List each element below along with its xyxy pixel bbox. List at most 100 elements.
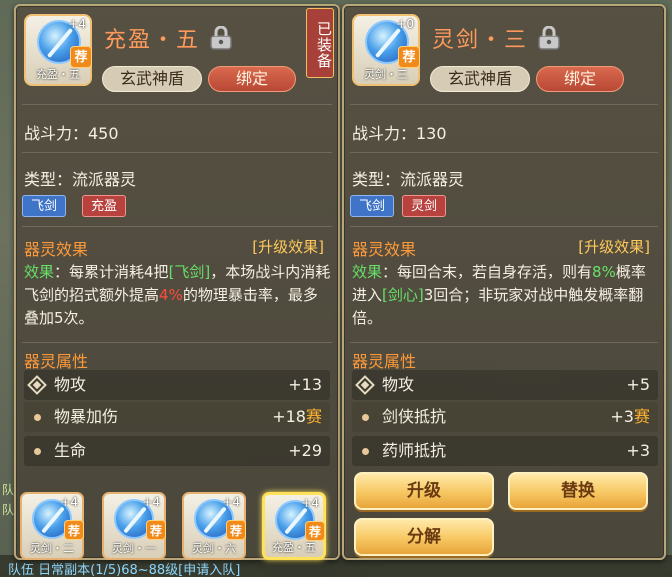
spirit-type: 类型：流派器灵 (24, 170, 137, 189)
bullet-icon (362, 414, 369, 421)
attr-name: 物攻 (54, 375, 87, 394)
effect-prefix: 效果 (352, 263, 383, 281)
upgrade-effect-link[interactable]: [升级效果] (252, 236, 324, 257)
spirit-slot[interactable]: +4 荐 灵剑・六 (182, 492, 246, 560)
slot-caption: 灵剑・六 (192, 542, 236, 555)
recommend-badge: 荐 (146, 520, 166, 540)
slot-caption: 充盈・五 (272, 541, 316, 554)
candidate-spirit-tooltip: +0 荐 灵剑・三 灵剑・三 玄武神盾 绑定 战斗力：130 类型：流派器灵 飞… (342, 4, 666, 560)
recommend-badge: 荐 (226, 520, 246, 540)
bullet-icon (34, 448, 41, 455)
enhance-level: +4 (142, 495, 160, 509)
effect-section-title: 器灵效果 (24, 240, 89, 259)
attr-value-num: +29 (288, 441, 322, 460)
divider (350, 226, 658, 227)
spirit-slot[interactable]: +4 荐 灵剑・二 (20, 492, 84, 560)
icon-caption: 灵剑・三 (364, 68, 408, 81)
attr-value: +29 (288, 436, 322, 466)
effect-text-part: ：每累计消耗4把 (54, 263, 169, 281)
slot-caption: 灵剑・一 (112, 542, 156, 555)
effect-description: 效果：每回合末，若自身存活，则有8%概率进入[剑心]3回合；非玩家对战中触发概率… (352, 261, 660, 330)
attr-value-num: +3 (610, 407, 634, 426)
attr-value: +3 (626, 436, 650, 466)
effect-prefix: 效果 (24, 263, 55, 281)
attr-row: 物暴加伤 +18赛 (24, 402, 330, 432)
lock-icon[interactable] (208, 26, 234, 50)
attr-value: +18赛 (272, 402, 322, 432)
tag-chip-secondary: 充盈 (82, 195, 127, 217)
divider (350, 342, 658, 343)
equipped-ribbon: 已装备 (306, 8, 334, 78)
attr-value: +3赛 (610, 402, 650, 432)
combat-power: 战斗力：130 (352, 124, 447, 143)
effect-description: 效果：每累计消耗4把[飞剑]，本场战斗内消耗飞剑的招式额外提高4%的物理暴击率，… (24, 261, 332, 330)
effect-link[interactable]: [飞剑] (169, 263, 211, 281)
effect-percent: 8% (592, 263, 616, 281)
attr-section-title: 器灵属性 (352, 352, 417, 371)
tag-chip-flying-sword: 飞剑 (22, 195, 67, 217)
attr-section-title: 器灵属性 (24, 352, 89, 371)
slot-caption: 灵剑・二 (30, 542, 74, 555)
attr-name: 生命 (54, 441, 87, 460)
divider (350, 104, 658, 105)
attr-value-num: +13 (288, 375, 322, 394)
upgrade-button[interactable]: 升级 (354, 472, 494, 510)
recommend-badge: 荐 (64, 520, 84, 540)
attr-value-num: +18 (272, 407, 306, 426)
enhance-level: +0 (396, 17, 414, 31)
attr-row: 剑侠抵抗 +3赛 (352, 402, 658, 432)
divider (22, 226, 332, 227)
decompose-button[interactable]: 分解 (354, 518, 494, 556)
effect-percent: 4% (159, 286, 183, 304)
attr-name: 剑侠抵抗 (382, 407, 447, 426)
lock-icon[interactable] (536, 26, 562, 50)
effect-link[interactable]: [剑心] (382, 286, 424, 304)
icon-caption: 充盈・五 (36, 68, 80, 81)
bullet-icon (362, 448, 369, 455)
attr-row: 生命 +29 (24, 436, 330, 466)
recommend-badge: 荐 (398, 46, 420, 68)
tag-chip-secondary: 灵剑 (402, 195, 447, 217)
attr-name: 药师抵抗 (382, 441, 447, 460)
school-tag: 玄武神盾 (430, 66, 530, 92)
equipped-spirit-tooltip: +4 荐 充盈・五 充盈・五 已装备 玄武神盾 绑定 战斗力：450 类型：流派… (14, 4, 340, 560)
spirit-slot[interactable]: +4 荐 灵剑・一 (102, 492, 166, 560)
spirit-icon-frame: +0 荐 灵剑・三 (352, 14, 420, 86)
main-attr-diamond-icon (27, 375, 47, 395)
spirit-title: 充盈・五 (104, 28, 201, 53)
attr-suffix: 赛 (305, 407, 322, 426)
attr-value: +13 (288, 370, 322, 400)
attr-value-num: +5 (626, 375, 650, 394)
bullet-icon (34, 414, 41, 421)
effect-text-part: ：每回合末，若自身存活，则有 (382, 263, 593, 281)
upgrade-effect-link[interactable]: [升级效果] (578, 236, 650, 257)
divider (22, 104, 332, 105)
bind-tag: 绑定 (208, 66, 296, 92)
attr-row: 药师抵抗 +3 (352, 436, 658, 466)
spirit-type: 类型：流派器灵 (352, 170, 465, 189)
combat-power: 战斗力：450 (24, 124, 119, 143)
divider (22, 342, 332, 343)
recommend-badge: 荐 (70, 46, 92, 68)
bind-tag: 绑定 (536, 66, 624, 92)
main-attr-diamond-icon (355, 375, 375, 395)
attr-row: 物攻 +5 (352, 370, 658, 400)
replace-button[interactable]: 替换 (508, 472, 648, 510)
spirit-icon-frame: +4 荐 充盈・五 (24, 14, 92, 86)
attr-suffix: 赛 (633, 407, 650, 426)
school-tag: 玄武神盾 (102, 66, 202, 92)
attr-value-num: +3 (626, 441, 650, 460)
tag-chip-flying-sword: 飞剑 (350, 195, 395, 217)
divider (350, 152, 658, 153)
attr-name: 物暴加伤 (54, 407, 119, 426)
enhance-level: +4 (60, 495, 78, 509)
spirit-slot-selected[interactable]: +4 荐 充盈・五 (262, 492, 326, 560)
effect-section-title: 器灵效果 (352, 240, 417, 259)
spirit-title: 灵剑・三 (432, 28, 529, 53)
enhance-level: +4 (222, 495, 240, 509)
attr-value: +5 (626, 370, 650, 400)
recommend-badge: 荐 (305, 521, 325, 541)
enhance-level: +4 (68, 17, 86, 31)
enhance-level: +4 (301, 496, 319, 510)
divider (22, 152, 332, 153)
